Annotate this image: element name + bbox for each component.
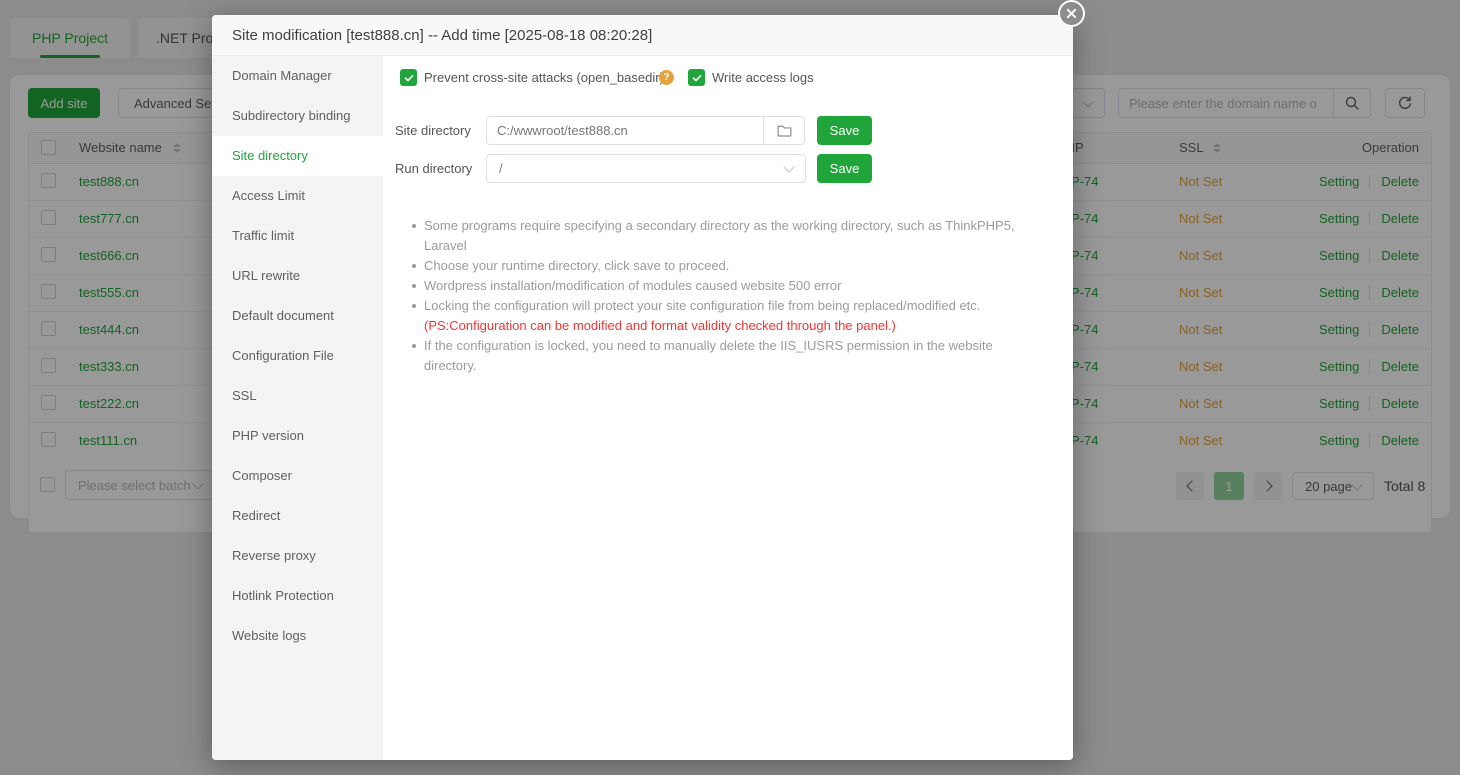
dialog-content: Prevent cross-site attacks (open_basedir… bbox=[383, 56, 1073, 760]
notes-list: Some programs require specifying a secon… bbox=[412, 216, 1043, 376]
site-directory-input[interactable] bbox=[487, 117, 763, 144]
note-item: Locking the configuration will protect y… bbox=[412, 296, 1043, 336]
sidebar-item-ssl[interactable]: SSL bbox=[212, 376, 383, 416]
write-logs-label: Write access logs bbox=[712, 69, 814, 86]
note-item: Wordpress installation/modification of m… bbox=[412, 276, 1043, 296]
dialog-title: Site modification [test888.cn] -- Add ti… bbox=[212, 15, 1073, 56]
sidebar-item-php-version[interactable]: PHP version bbox=[212, 416, 383, 456]
check-icon bbox=[691, 72, 703, 84]
sidebar-item-default-document[interactable]: Default document bbox=[212, 296, 383, 336]
sidebar-item-website-logs[interactable]: Website logs bbox=[212, 616, 383, 656]
open-basedir-label: Prevent cross-site attacks (open_basedir… bbox=[424, 69, 664, 86]
run-directory-select[interactable]: / bbox=[486, 154, 806, 183]
folder-icon bbox=[776, 122, 793, 139]
sidebar-item-redirect[interactable]: Redirect bbox=[212, 496, 383, 536]
sidebar-item-hotlink-protection[interactable]: Hotlink Protection bbox=[212, 576, 383, 616]
run-directory-label: Run directory bbox=[395, 154, 472, 183]
sidebar-item-site-directory[interactable]: Site directory bbox=[212, 136, 383, 176]
chevron-down-icon bbox=[783, 161, 794, 172]
run-directory-value: / bbox=[499, 161, 503, 176]
sidebar-item-domain-manager[interactable]: Domain Manager bbox=[212, 56, 383, 96]
check-icon bbox=[403, 72, 415, 84]
note-item: If the configuration is locked, you need… bbox=[412, 336, 1043, 376]
sidebar-item-subdirectory-binding[interactable]: Subdirectory binding bbox=[212, 96, 383, 136]
site-directory-save-button[interactable]: Save bbox=[817, 116, 872, 145]
site-modification-dialog: Site modification [test888.cn] -- Add ti… bbox=[212, 15, 1073, 760]
note-item: Some programs require specifying a secon… bbox=[412, 216, 1043, 256]
close-icon[interactable] bbox=[1058, 0, 1085, 27]
help-icon[interactable]: ? bbox=[659, 70, 674, 85]
site-directory-group bbox=[486, 116, 805, 145]
folder-button[interactable] bbox=[763, 117, 804, 144]
dialog-sidebar: Domain ManagerSubdirectory bindingSite d… bbox=[212, 56, 383, 760]
sidebar-item-composer[interactable]: Composer bbox=[212, 456, 383, 496]
run-directory-save-button[interactable]: Save bbox=[817, 154, 872, 183]
sidebar-item-reverse-proxy[interactable]: Reverse proxy bbox=[212, 536, 383, 576]
sidebar-item-access-limit[interactable]: Access Limit bbox=[212, 176, 383, 216]
sidebar-item-url-rewrite[interactable]: URL rewrite bbox=[212, 256, 383, 296]
note-item: Choose your runtime directory, click sav… bbox=[412, 256, 1043, 276]
write-logs-checkbox[interactable] bbox=[688, 69, 705, 86]
sidebar-item-configuration-file[interactable]: Configuration File bbox=[212, 336, 383, 376]
site-directory-label: Site directory bbox=[395, 116, 471, 145]
note-warning-red: (PS:Configuration can be modified and fo… bbox=[424, 316, 1043, 336]
sidebar-item-traffic-limit[interactable]: Traffic limit bbox=[212, 216, 383, 256]
open-basedir-checkbox[interactable] bbox=[400, 69, 417, 86]
